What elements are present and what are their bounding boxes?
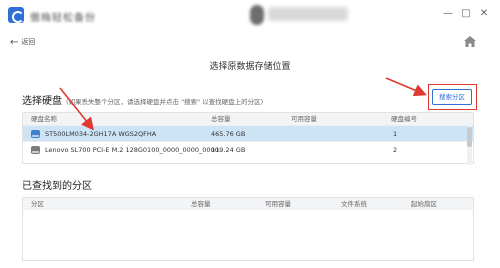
search-partition-button[interactable]: 搜索分区: [432, 89, 472, 105]
back-arrow-icon: ←: [10, 37, 19, 48]
column-header-free: 可用容量: [265, 200, 291, 208]
ssd-icon: [31, 146, 40, 154]
partition-table: 分区 总容量 可用容量 文件系统 起始扇区: [22, 197, 474, 261]
disk-section-title: 选择硬盘 (如果丢失整个分区，请选择硬盘并点击 "搜索" 以查找硬盘上的分区): [22, 92, 263, 107]
disk-table: 硬盘名称 总容量 可用容量 硬盘编号 ST500LM034-2GH17A WGS…: [22, 112, 474, 165]
app-logo: [8, 7, 24, 23]
disk-total: 465.76 GB: [211, 130, 246, 138]
column-header-disk-name: 硬盘名称: [31, 115, 57, 123]
back-label: 返回: [21, 38, 36, 46]
column-header-start-sector: 起始扇区: [411, 200, 437, 208]
column-header-filesystem: 文件系统: [341, 200, 367, 208]
column-header-number: 硬盘编号: [391, 115, 417, 123]
column-header-partition: 分区: [31, 200, 44, 208]
column-header-total: 总容量: [191, 200, 211, 208]
close-button[interactable]: ✕: [478, 8, 490, 20]
disk-name: ST500LM034-2GH17A WGS2QFHA: [45, 130, 157, 138]
hard-disk-icon: [31, 130, 40, 138]
red-arrow-icon: [385, 77, 427, 97]
column-header-total: 总容量: [211, 115, 231, 123]
minimize-button[interactable]: —: [442, 8, 454, 20]
home-icon[interactable]: [464, 36, 476, 47]
app-title: 傲梅轻松备份: [30, 13, 96, 24]
disk-section-hint: (如果丢失整个分区，请选择硬盘并点击 "搜索" 以查找硬盘上的分区): [66, 98, 264, 106]
disk-number: 2: [393, 146, 398, 154]
partition-section-title: 已查找到的分区: [22, 181, 92, 192]
title-bar: 傲梅轻松备份 — □ ✕: [0, 0, 500, 30]
user-name-blurred: [268, 7, 348, 21]
disk-row[interactable]: Lenovo SL700 PCI-E M.2 128G0100_0000_000…: [23, 141, 473, 157]
back-button[interactable]: ← 返回: [10, 37, 35, 48]
scroll-thumb[interactable]: [467, 127, 472, 147]
disk-name: Lenovo SL700 PCI-E M.2 128G0100_0000_000…: [45, 146, 221, 154]
column-header-free: 可用容量: [291, 115, 317, 123]
disk-row[interactable]: ST500LM034-2GH17A WGS2QFHA 465.76 GB 1: [23, 125, 473, 141]
maximize-button[interactable]: □: [460, 8, 472, 20]
avatar[interactable]: [250, 5, 264, 25]
disk-section-label: 选择硬盘: [22, 96, 62, 107]
disk-number: 1: [393, 130, 398, 138]
disk-table-scrollbar[interactable]: [467, 125, 472, 165]
partition-table-header: 分区 总容量 可用容量 文件系统 起始扇区: [23, 198, 473, 210]
disk-total: 119.24 GB: [211, 146, 246, 154]
disk-table-header: 硬盘名称 总容量 可用容量 硬盘编号: [23, 113, 473, 125]
page-title: 选择原数据存储位置: [209, 62, 291, 72]
